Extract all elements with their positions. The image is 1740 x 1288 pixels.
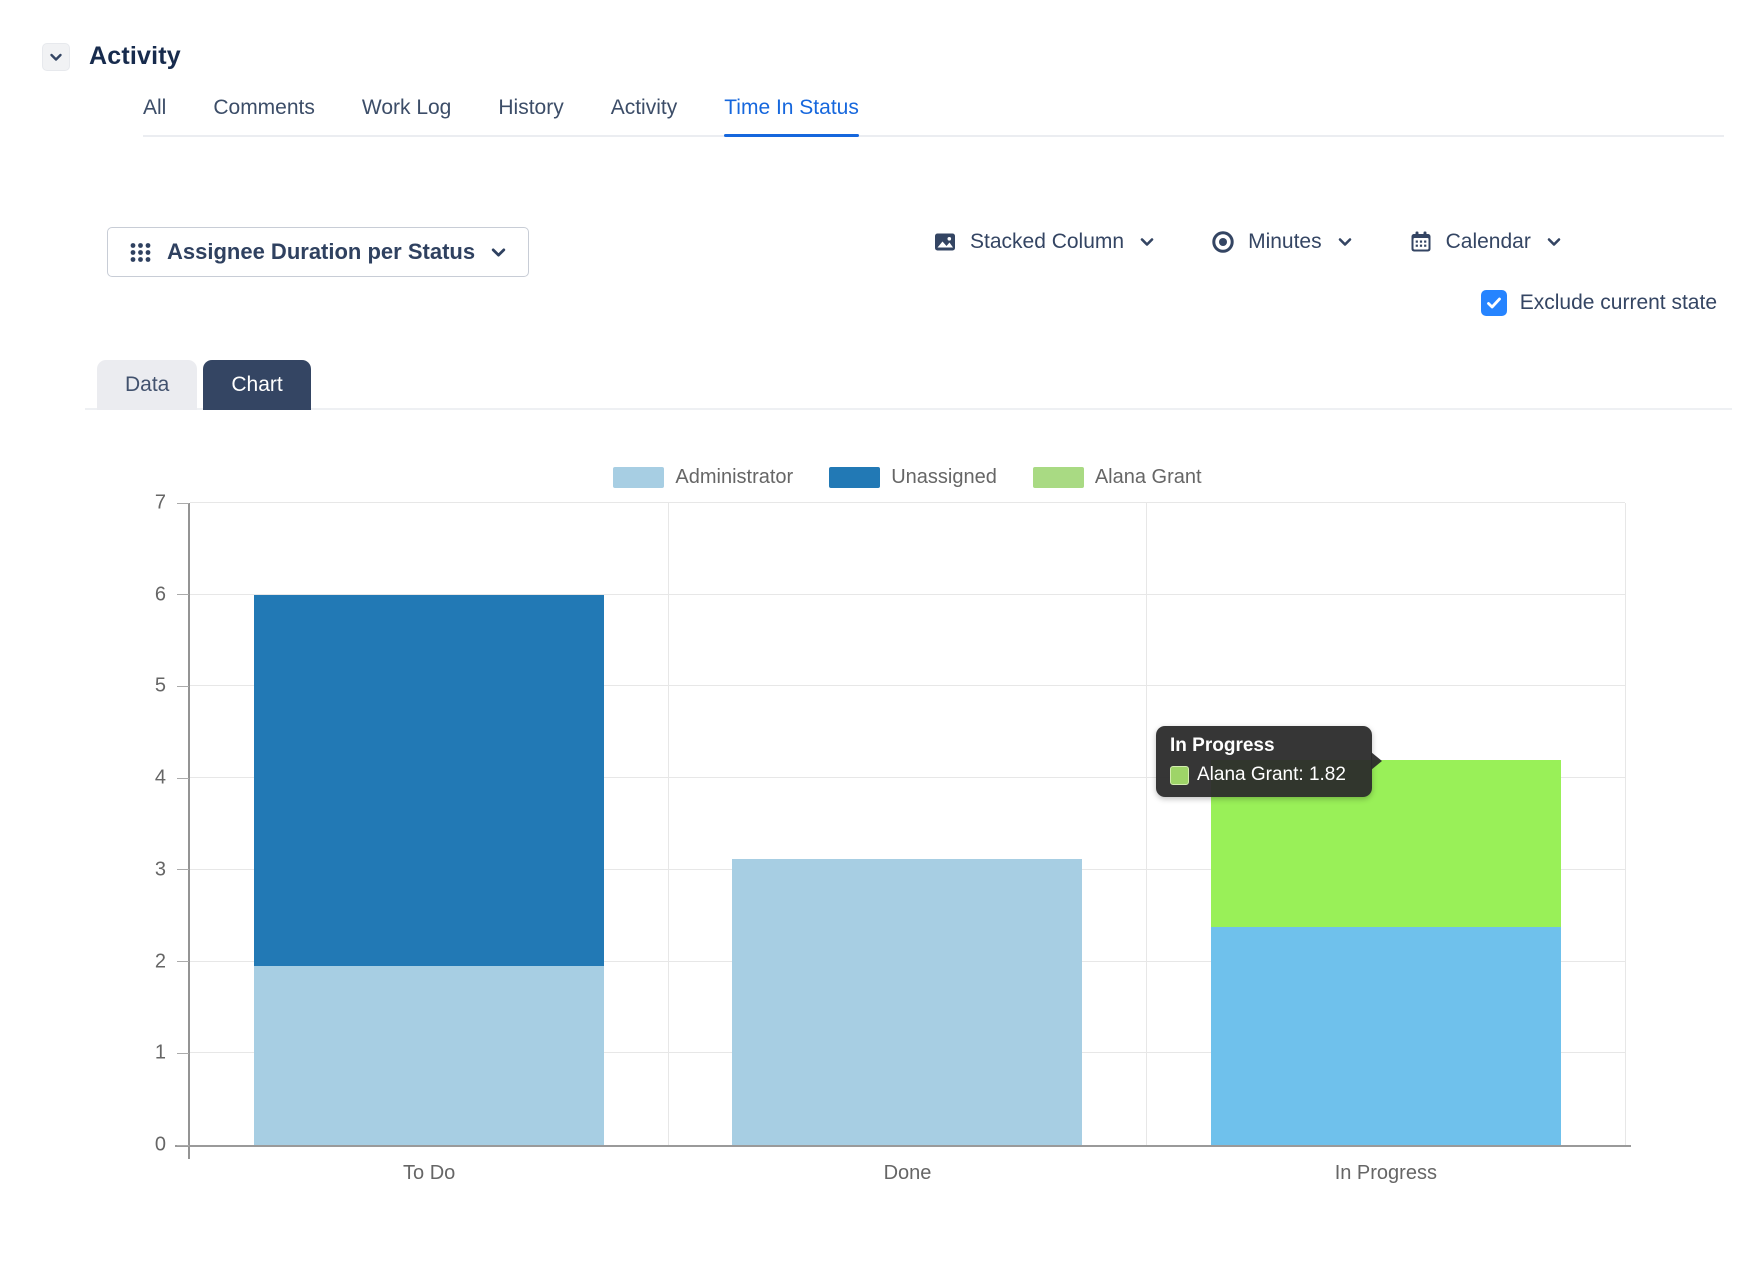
tooltip-row: Alana Grant: 1.82 — [1170, 764, 1358, 786]
y-axis-tick — [177, 1053, 189, 1054]
y-axis-label: 0 — [155, 1134, 166, 1157]
stacked-column-chart: 01234567To DoDoneIn Progress — [190, 503, 1625, 1145]
chevron-down-icon — [1139, 234, 1155, 250]
x-axis-label-in-progress: In Progress — [1147, 1162, 1625, 1185]
chevron-down-icon — [48, 49, 64, 65]
view-tabs-divider — [85, 408, 1732, 410]
chart-type-label: Stacked Column — [970, 230, 1124, 254]
chart-type-dropdown[interactable]: Stacked Column — [933, 230, 1155, 254]
chart-tooltip: In Progress Alana Grant: 1.82 — [1156, 726, 1372, 797]
y-axis-tick — [177, 778, 189, 779]
tab-work-log[interactable]: Work Log — [362, 96, 452, 135]
y-axis-line — [188, 503, 190, 1159]
activity-header: Activity — [42, 42, 181, 71]
tab-data[interactable]: Data — [97, 360, 197, 410]
legend-swatch-administrator — [613, 467, 664, 488]
report-selector-label: Assignee Duration per Status — [167, 239, 475, 265]
eye-icon — [1211, 230, 1235, 254]
y-axis-tick — [177, 594, 189, 595]
legend-label: Alana Grant — [1095, 466, 1202, 489]
legend-swatch-alana-grant — [1033, 467, 1084, 488]
tooltip-series-swatch — [1170, 766, 1189, 785]
collapse-activity-button[interactable] — [42, 43, 70, 71]
tab-all[interactable]: All — [143, 96, 166, 135]
v-gridline — [1146, 503, 1147, 1145]
y-axis-tick — [177, 869, 189, 870]
calendar-label: Calendar — [1446, 230, 1531, 254]
legend-item-alana-grant[interactable]: Alana Grant — [1033, 466, 1202, 489]
y-axis-tick — [177, 961, 189, 962]
y-axis-tick — [177, 503, 189, 504]
legend-label: Administrator — [675, 466, 793, 489]
chart-legend: Administrator Unassigned Alana Grant — [190, 466, 1625, 489]
chevron-down-icon — [1337, 234, 1353, 250]
tooltip-title: In Progress — [1170, 735, 1358, 757]
image-icon — [933, 230, 957, 254]
bar-segment-administrator-to-do[interactable] — [254, 966, 604, 1145]
bar-segment-administrator-done[interactable] — [732, 859, 1082, 1145]
tab-chart[interactable]: Chart — [203, 360, 310, 410]
x-axis-label-done: Done — [668, 1162, 1146, 1185]
legend-label: Unassigned — [891, 466, 997, 489]
x-axis-line — [175, 1145, 1631, 1147]
legend-item-administrator[interactable]: Administrator — [613, 466, 793, 489]
chevron-down-icon — [1546, 234, 1562, 250]
y-axis-label: 3 — [155, 858, 166, 881]
calendar-icon — [1409, 230, 1433, 254]
v-gridline — [668, 503, 669, 1145]
page-title: Activity — [89, 42, 181, 71]
bar-segment-unassigned-to-do[interactable] — [254, 595, 604, 966]
tab-activity[interactable]: Activity — [611, 96, 678, 135]
check-icon — [1485, 294, 1503, 312]
y-axis-label: 7 — [155, 492, 166, 515]
h-gridline — [190, 502, 1625, 503]
tab-comments[interactable]: Comments — [213, 96, 315, 135]
tooltip-value: Alana Grant: 1.82 — [1197, 764, 1346, 786]
report-selector-button[interactable]: Assignee Duration per Status — [107, 227, 529, 277]
exclude-current-state-row: Exclude current state — [1481, 290, 1717, 316]
legend-item-unassigned[interactable]: Unassigned — [829, 466, 997, 489]
unit-dropdown[interactable]: Minutes — [1211, 230, 1353, 254]
calendar-dropdown[interactable]: Calendar — [1409, 230, 1562, 254]
activity-tab-bar: All Comments Work Log History Activity T… — [143, 96, 1724, 137]
tab-history[interactable]: History — [498, 96, 563, 135]
y-axis-tick — [177, 686, 189, 687]
bar-segment-administrator-in-progress[interactable] — [1211, 927, 1561, 1145]
y-axis-label: 2 — [155, 950, 166, 973]
x-axis-label-to-do: To Do — [190, 1162, 668, 1185]
y-axis-label: 4 — [155, 767, 166, 790]
view-tab-bar: Data Chart — [97, 360, 311, 410]
tooltip-arrow — [1371, 752, 1382, 770]
legend-swatch-unassigned — [829, 467, 880, 488]
y-axis-label: 1 — [155, 1042, 166, 1065]
y-axis-tick — [177, 1145, 189, 1146]
y-axis-label: 5 — [155, 675, 166, 698]
chevron-down-icon — [490, 244, 507, 261]
chart-controls: Stacked Column Minutes — [933, 230, 1562, 254]
v-gridline — [1625, 503, 1626, 1145]
exclude-current-state-checkbox[interactable] — [1481, 290, 1507, 316]
tab-time-in-status[interactable]: Time In Status — [724, 96, 859, 135]
grid-icon — [129, 241, 152, 264]
exclude-current-state-label: Exclude current state — [1520, 291, 1717, 315]
y-axis-label: 6 — [155, 583, 166, 606]
unit-label: Minutes — [1248, 230, 1322, 254]
